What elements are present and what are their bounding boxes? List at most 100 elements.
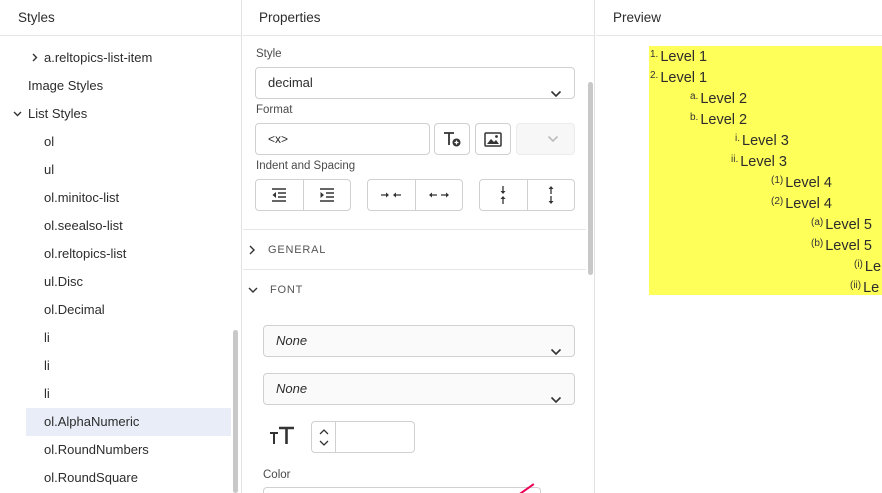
chevron-down-icon	[547, 135, 558, 143]
insert-text-variable-button[interactable]	[434, 123, 470, 155]
outdent-icon	[272, 188, 287, 202]
list-item-text: Le	[863, 280, 880, 295]
properties-panel: Properties Style decimal Format <x> Inde…	[243, 0, 595, 493]
list-marker: i.	[735, 133, 740, 144]
list-item-text: Level 4	[785, 196, 832, 212]
list-preview: 1. Level 1 2. Level 1 a. Level 2 b. Level 2 …	[649, 46, 882, 295]
increase-indent-button[interactable]	[302, 180, 351, 210]
style-select[interactable]: decimal	[255, 67, 575, 99]
increase-horizontal-spacing-button[interactable]	[414, 180, 463, 210]
format-label: Format	[256, 104, 293, 116]
tree-item-li[interactable]: li	[0, 324, 231, 352]
list-marker: (i)	[854, 259, 863, 270]
tree-item-ol-roundnumbers[interactable]: ol.RoundNumbers	[0, 436, 231, 464]
tree-item-ol-minitoc-list[interactable]: ol.minitoc-list	[0, 184, 231, 212]
insert-image-button[interactable]	[475, 123, 511, 155]
section-divider	[243, 229, 586, 230]
chevron-down-icon	[550, 385, 562, 415]
tree-item-ol-decimal[interactable]: ol.Decimal	[0, 296, 231, 324]
preview-list-item: ii. Level 3	[731, 149, 787, 170]
tree-item-label: Image Styles	[28, 78, 104, 93]
list-marker: (ii)	[850, 280, 862, 291]
tree-item-list-styles[interactable]: List Styles	[0, 100, 231, 128]
tree-item-ol-alphanumeric[interactable]: ol.AlphaNumeric	[26, 408, 231, 436]
font-size-icon	[269, 426, 295, 449]
styles-tree: a.reltopics-list-item Image Styles List …	[0, 44, 231, 492]
general-section-header[interactable]: GENERAL	[248, 241, 326, 259]
font-style-value: None	[276, 381, 308, 396]
font-style-select[interactable]: None	[263, 373, 575, 405]
arrows-vertical-outward-icon	[548, 186, 554, 204]
tree-item-label: ol.Decimal	[44, 302, 105, 317]
preview-list-item: (ii) Le	[850, 275, 879, 295]
list-marker: ii.	[731, 154, 739, 165]
tree-item-label: ul.Disc	[44, 274, 84, 289]
chevron-down-icon[interactable]	[13, 109, 22, 118]
tree-item-label: a.reltopics-list-item	[44, 50, 153, 65]
tree-item-ul[interactable]: ul	[0, 156, 231, 184]
tree-item-label: ol.minitoc-list	[44, 190, 120, 205]
tree-item-li[interactable]: li	[0, 352, 231, 380]
chevron-right-icon	[249, 245, 255, 255]
style-label: Style	[256, 48, 282, 60]
chevron-right-icon[interactable]	[30, 53, 39, 62]
decrease-indent-button[interactable]	[256, 180, 303, 210]
tree-item-label: ol.AlphaNumeric	[44, 414, 140, 429]
tree-item-image-styles[interactable]: Image Styles	[0, 72, 231, 100]
chevron-down-icon	[319, 440, 328, 446]
format-options-dropdown[interactable]	[516, 123, 575, 155]
preview-list-item: a. Level 2	[690, 86, 747, 107]
font-size-stepper[interactable]	[311, 421, 415, 453]
chevron-down-icon	[550, 79, 562, 109]
list-marker: (b)	[811, 238, 824, 249]
color-label: Color	[263, 469, 291, 481]
decrease-horizontal-spacing-button[interactable]	[368, 180, 415, 210]
arrows-vertical-inward-icon	[500, 186, 506, 204]
section-divider	[243, 269, 586, 270]
list-marker: (a)	[811, 217, 824, 228]
tree-item-reltopics-list-item[interactable]: a.reltopics-list-item	[0, 44, 231, 72]
decrease-vertical-spacing-button[interactable]	[480, 180, 527, 210]
properties-scrollbar[interactable]	[588, 82, 593, 275]
list-marker: (2)	[771, 196, 784, 207]
format-input[interactable]: <x>	[255, 123, 430, 155]
list-item-text: Level 3	[740, 154, 787, 170]
tree-item-label: li	[44, 358, 50, 373]
tree-item-ul-disc[interactable]: ul.Disc	[0, 268, 231, 296]
tree-item-label: ol	[44, 134, 55, 149]
tree-item-label: ul	[44, 162, 55, 177]
tree-item-ol[interactable]: ol	[0, 128, 231, 156]
tree-item-label: ol.RoundNumbers	[44, 442, 149, 457]
list-marker: 2.	[650, 70, 659, 81]
styles-scrollbar[interactable]	[233, 330, 238, 493]
list-item-text: Level 2	[700, 112, 748, 128]
preview-list-item: (b) Level 5	[811, 233, 872, 254]
preview-list-item: 1. Level 1	[650, 46, 707, 65]
tree-item-label: li	[44, 330, 50, 345]
tree-item-ol-reltopics-list[interactable]: ol.reltopics-list	[0, 240, 231, 268]
preview-panel-title: Preview	[596, 0, 882, 36]
list-item-text: Level 1	[660, 70, 708, 86]
increase-vertical-spacing-button[interactable]	[526, 180, 575, 210]
tree-item-li[interactable]: li	[0, 380, 231, 408]
preview-list-item: 2. Level 1	[650, 65, 707, 86]
tree-item-ol-roundsquare[interactable]: ol.RoundSquare	[0, 464, 231, 492]
font-family-select[interactable]: None	[263, 325, 575, 357]
font-section-header[interactable]: FONT	[248, 281, 303, 299]
font-size-stepper-arrows[interactable]	[312, 422, 336, 452]
preview-list-item: b. Level 2	[690, 107, 747, 128]
list-item-text: Level 1	[660, 49, 708, 65]
list-item-text: Level 5	[825, 217, 872, 233]
list-marker: 1.	[650, 49, 659, 60]
image-icon	[484, 131, 502, 147]
preview-list-item: (a) Level 5	[811, 212, 872, 233]
vertical-spacing-group	[479, 179, 575, 211]
properties-panel-title: Properties	[243, 0, 594, 36]
no-color-swatch	[513, 483, 535, 493]
properties-body: Style decimal Format <x> Indent and Spac…	[243, 36, 594, 493]
list-item-text: Level 3	[742, 133, 789, 149]
tree-item-ol-seealso-list[interactable]: ol.seealso-list	[0, 212, 231, 240]
color-picker[interactable]	[263, 483, 541, 493]
chevron-down-icon	[248, 287, 258, 293]
tree-item-label: ol.seealso-list	[44, 218, 123, 233]
